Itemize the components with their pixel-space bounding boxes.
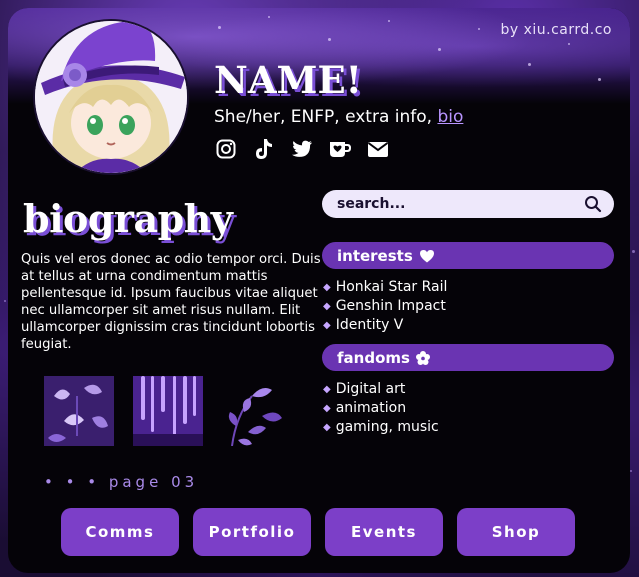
gallery-image[interactable] xyxy=(44,376,114,446)
search-icon[interactable] xyxy=(584,195,602,213)
fandom-item: Digital art xyxy=(335,381,406,397)
social-links xyxy=(214,138,390,160)
diamond-bullet-icon: ◆ xyxy=(323,320,331,331)
twitter-icon[interactable] xyxy=(290,138,314,160)
gallery-image[interactable] xyxy=(222,376,292,446)
diamond-bullet-icon: ◆ xyxy=(323,403,331,414)
interest-item: Honkai Star Rail xyxy=(335,279,448,295)
portfolio-button[interactable]: Portfolio xyxy=(193,508,311,556)
tagline-text: She/her, ENFP, extra info, xyxy=(214,107,438,127)
avatar xyxy=(33,19,189,175)
fandoms-label: fandoms xyxy=(337,348,410,367)
fandom-item: animation xyxy=(335,400,407,416)
list-item: ◆ Genshin Impact xyxy=(323,297,447,316)
fandoms-header: fandoms xyxy=(322,344,614,371)
shop-button[interactable]: Shop xyxy=(457,508,575,556)
biography-heading: biography xyxy=(23,196,233,241)
diamond-bullet-icon: ◆ xyxy=(323,384,331,395)
list-item: ◆ Honkai Star Rail xyxy=(323,278,447,297)
heart-icon xyxy=(419,249,435,263)
search-bar[interactable]: search... xyxy=(322,190,614,218)
diamond-bullet-icon: ◆ xyxy=(323,422,331,433)
list-item: ◆ Digital art xyxy=(323,380,439,399)
tiktok-icon[interactable] xyxy=(252,138,276,160)
list-item: ◆ animation xyxy=(323,399,439,418)
gallery-image[interactable] xyxy=(133,376,203,446)
diamond-bullet-icon: ◆ xyxy=(323,301,331,312)
fandom-item: gaming, music xyxy=(335,419,439,435)
interests-list: ◆ Honkai Star Rail ◆ Genshin Impact ◆ Ident… xyxy=(323,278,447,335)
profile-card: by xiu.carrd.co NAME! She/her, ENFP, ext… xyxy=(8,8,630,573)
mail-icon[interactable] xyxy=(366,138,390,160)
kofi-icon[interactable] xyxy=(328,138,352,160)
comms-button[interactable]: Comms xyxy=(61,508,179,556)
credit-text[interactable]: by xiu.carrd.co xyxy=(500,22,612,38)
search-input[interactable]: search... xyxy=(337,196,584,212)
page-indicator: • • • page 03 xyxy=(44,473,199,491)
interest-item: Identity V xyxy=(335,317,404,333)
instagram-icon[interactable] xyxy=(214,138,238,160)
flower-icon xyxy=(415,350,430,365)
list-item: ◆ gaming, music xyxy=(323,418,439,437)
fandoms-list: ◆ Digital art ◆ animation ◆ gaming, music xyxy=(323,380,439,437)
interests-header: interests xyxy=(322,242,614,269)
profile-tagline: She/her, ENFP, extra info, bio xyxy=(214,107,463,127)
interest-item: Genshin Impact xyxy=(335,298,446,314)
profile-name: NAME! xyxy=(214,58,362,102)
diamond-bullet-icon: ◆ xyxy=(323,282,331,293)
bio-link[interactable]: bio xyxy=(437,107,463,127)
interests-label: interests xyxy=(337,246,413,265)
biography-text: Quis vel eros donec ac odio tempor orci.… xyxy=(21,252,321,352)
list-item: ◆ Identity V xyxy=(323,316,447,335)
events-button[interactable]: Events xyxy=(325,508,443,556)
